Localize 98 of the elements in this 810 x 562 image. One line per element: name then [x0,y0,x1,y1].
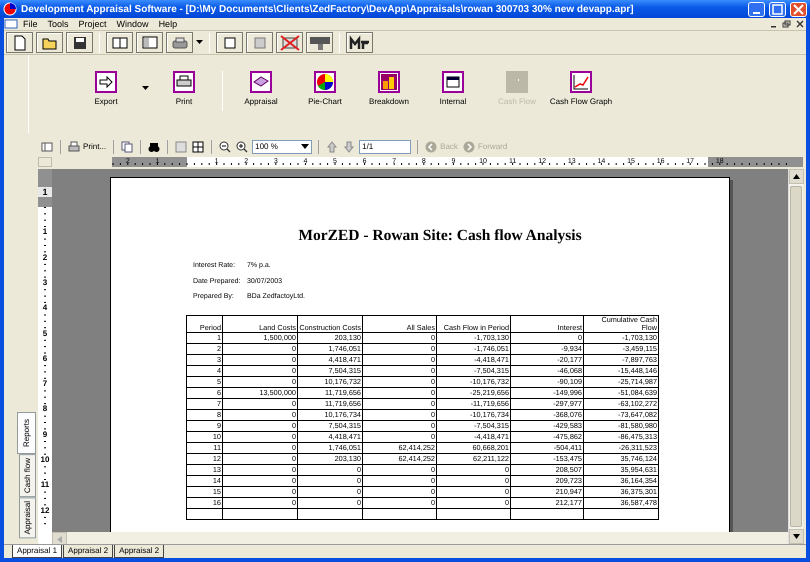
zoom-in-button[interactable] [235,141,250,153]
tree-toggle-icon [41,141,53,153]
document-tab[interactable]: Appraisal 1 [12,545,62,558]
vertical-scrollbar[interactable] [788,169,803,544]
book-button[interactable] [106,32,133,53]
printer-icon [172,36,188,48]
open-button[interactable] [36,32,63,53]
toolbar-button[interactable]: Internal [421,71,485,108]
page2-button[interactable] [246,32,273,53]
grid-icon [142,36,158,49]
cross-icon [280,34,300,50]
menu-item[interactable]: Help [154,18,182,30]
toolbar-button[interactable]: Export [74,71,138,108]
app-icon [3,2,17,16]
toolbar-button[interactable]: Pie-Chart [293,71,357,108]
down-arrow-icon [793,534,800,539]
toolbar-button[interactable]: Breakdown [357,71,421,108]
folder-icon [42,36,58,50]
document-icon [4,18,18,29]
page-up-icon [326,141,338,153]
copy-button[interactable] [120,141,134,153]
restore-icon [782,20,792,28]
zoom-in-icon [236,141,248,153]
window-icon [442,71,464,93]
toolbar-button[interactable]: Appraisal [229,71,293,108]
logo-button[interactable] [346,32,373,53]
scroll-down-button[interactable] [789,529,804,544]
new-file-icon [12,34,26,50]
scroll-thumb[interactable] [790,186,802,527]
document-tab[interactable]: Appraisal 2 [63,545,114,558]
menu-item[interactable]: File [18,18,43,30]
find-button[interactable] [147,141,162,153]
stamp-icon [308,34,330,50]
document-tab[interactable]: Appraisal 2 [114,545,164,558]
cross-button[interactable] [276,32,303,53]
printer-icon [68,141,80,153]
caret-icon [301,144,310,150]
close-button[interactable] [790,2,807,16]
save-icon [72,36,86,50]
tree-toggle-button[interactable] [40,141,54,153]
left-arrow-icon [57,536,62,543]
maximize-icon [772,4,783,14]
zoom-dropdown[interactable]: 100 % [252,140,312,154]
back-icon [425,141,438,153]
horizontal-scrollbar[interactable] [52,532,788,544]
report-title: MorZED - Rowan Site: Cash flow Analysis [297,226,583,246]
side-tab[interactable]: Appraisal [19,496,36,538]
page-down-icon [343,141,356,153]
toolbar-button[interactable]: Print [152,71,216,108]
printer-icon [173,71,195,93]
minimize-button[interactable] [748,2,765,16]
stamp-button[interactable] [306,32,333,53]
page-button[interactable] [216,32,243,53]
find-icon [148,141,160,153]
menu-item[interactable]: Project [74,18,112,30]
print-button[interactable]: Print... [67,141,108,153]
menu-item[interactable]: Tools [42,18,74,30]
page-down-button[interactable] [342,141,356,153]
pie-chart-icon [314,71,336,93]
up-arrow-icon [793,174,800,179]
window-title: Development Appraisal Software - [D:\My Documents\Clients\ZedFactory\DevApp\Appraisals\rowan 300703 30% new devapp.apr] [21,2,635,16]
logo-icon [348,34,370,51]
save-button[interactable] [66,32,93,53]
book-icon [112,36,128,48]
page-up-button[interactable] [325,141,340,153]
forward-icon [462,141,475,153]
ruler-number: 1 [38,187,52,197]
ruler-number: 12 [38,507,52,515]
ruler-number: 11 [38,481,52,489]
caret-icon [142,86,148,90]
printer-button[interactable] [166,32,193,53]
multi-page-button[interactable] [191,141,206,153]
line-graph-icon [570,71,592,93]
blank-page-icon [506,71,528,93]
single-page-icon [175,141,188,153]
maximize-button[interactable] [769,2,786,16]
close-icon [796,20,804,28]
bar-chart-icon [378,71,400,93]
new-button[interactable] [6,32,33,53]
notebook-icon [250,71,272,93]
zoom-out-button[interactable] [218,141,232,153]
ruler-corner [38,157,52,167]
copy-icon [121,141,134,153]
side-tab[interactable]: Cash flow [19,454,36,497]
toolbar-button[interactable]: Cash Flow Graph [549,71,613,108]
grid-button[interactable] [136,32,163,53]
page-icon [224,36,236,48]
ruler-number: 10 [38,456,52,464]
side-tab[interactable]: Reports [17,412,36,454]
zoom-out-icon [219,141,232,153]
caret-icon [196,40,203,44]
page-icon [254,36,266,48]
multi-page-icon [192,141,204,153]
menu-item[interactable]: Window [112,18,154,30]
scroll-up-button[interactable] [789,169,804,184]
close-icon [793,4,804,14]
page-number-field[interactable]: 1/1 [359,140,412,154]
minimize-icon [753,12,760,14]
